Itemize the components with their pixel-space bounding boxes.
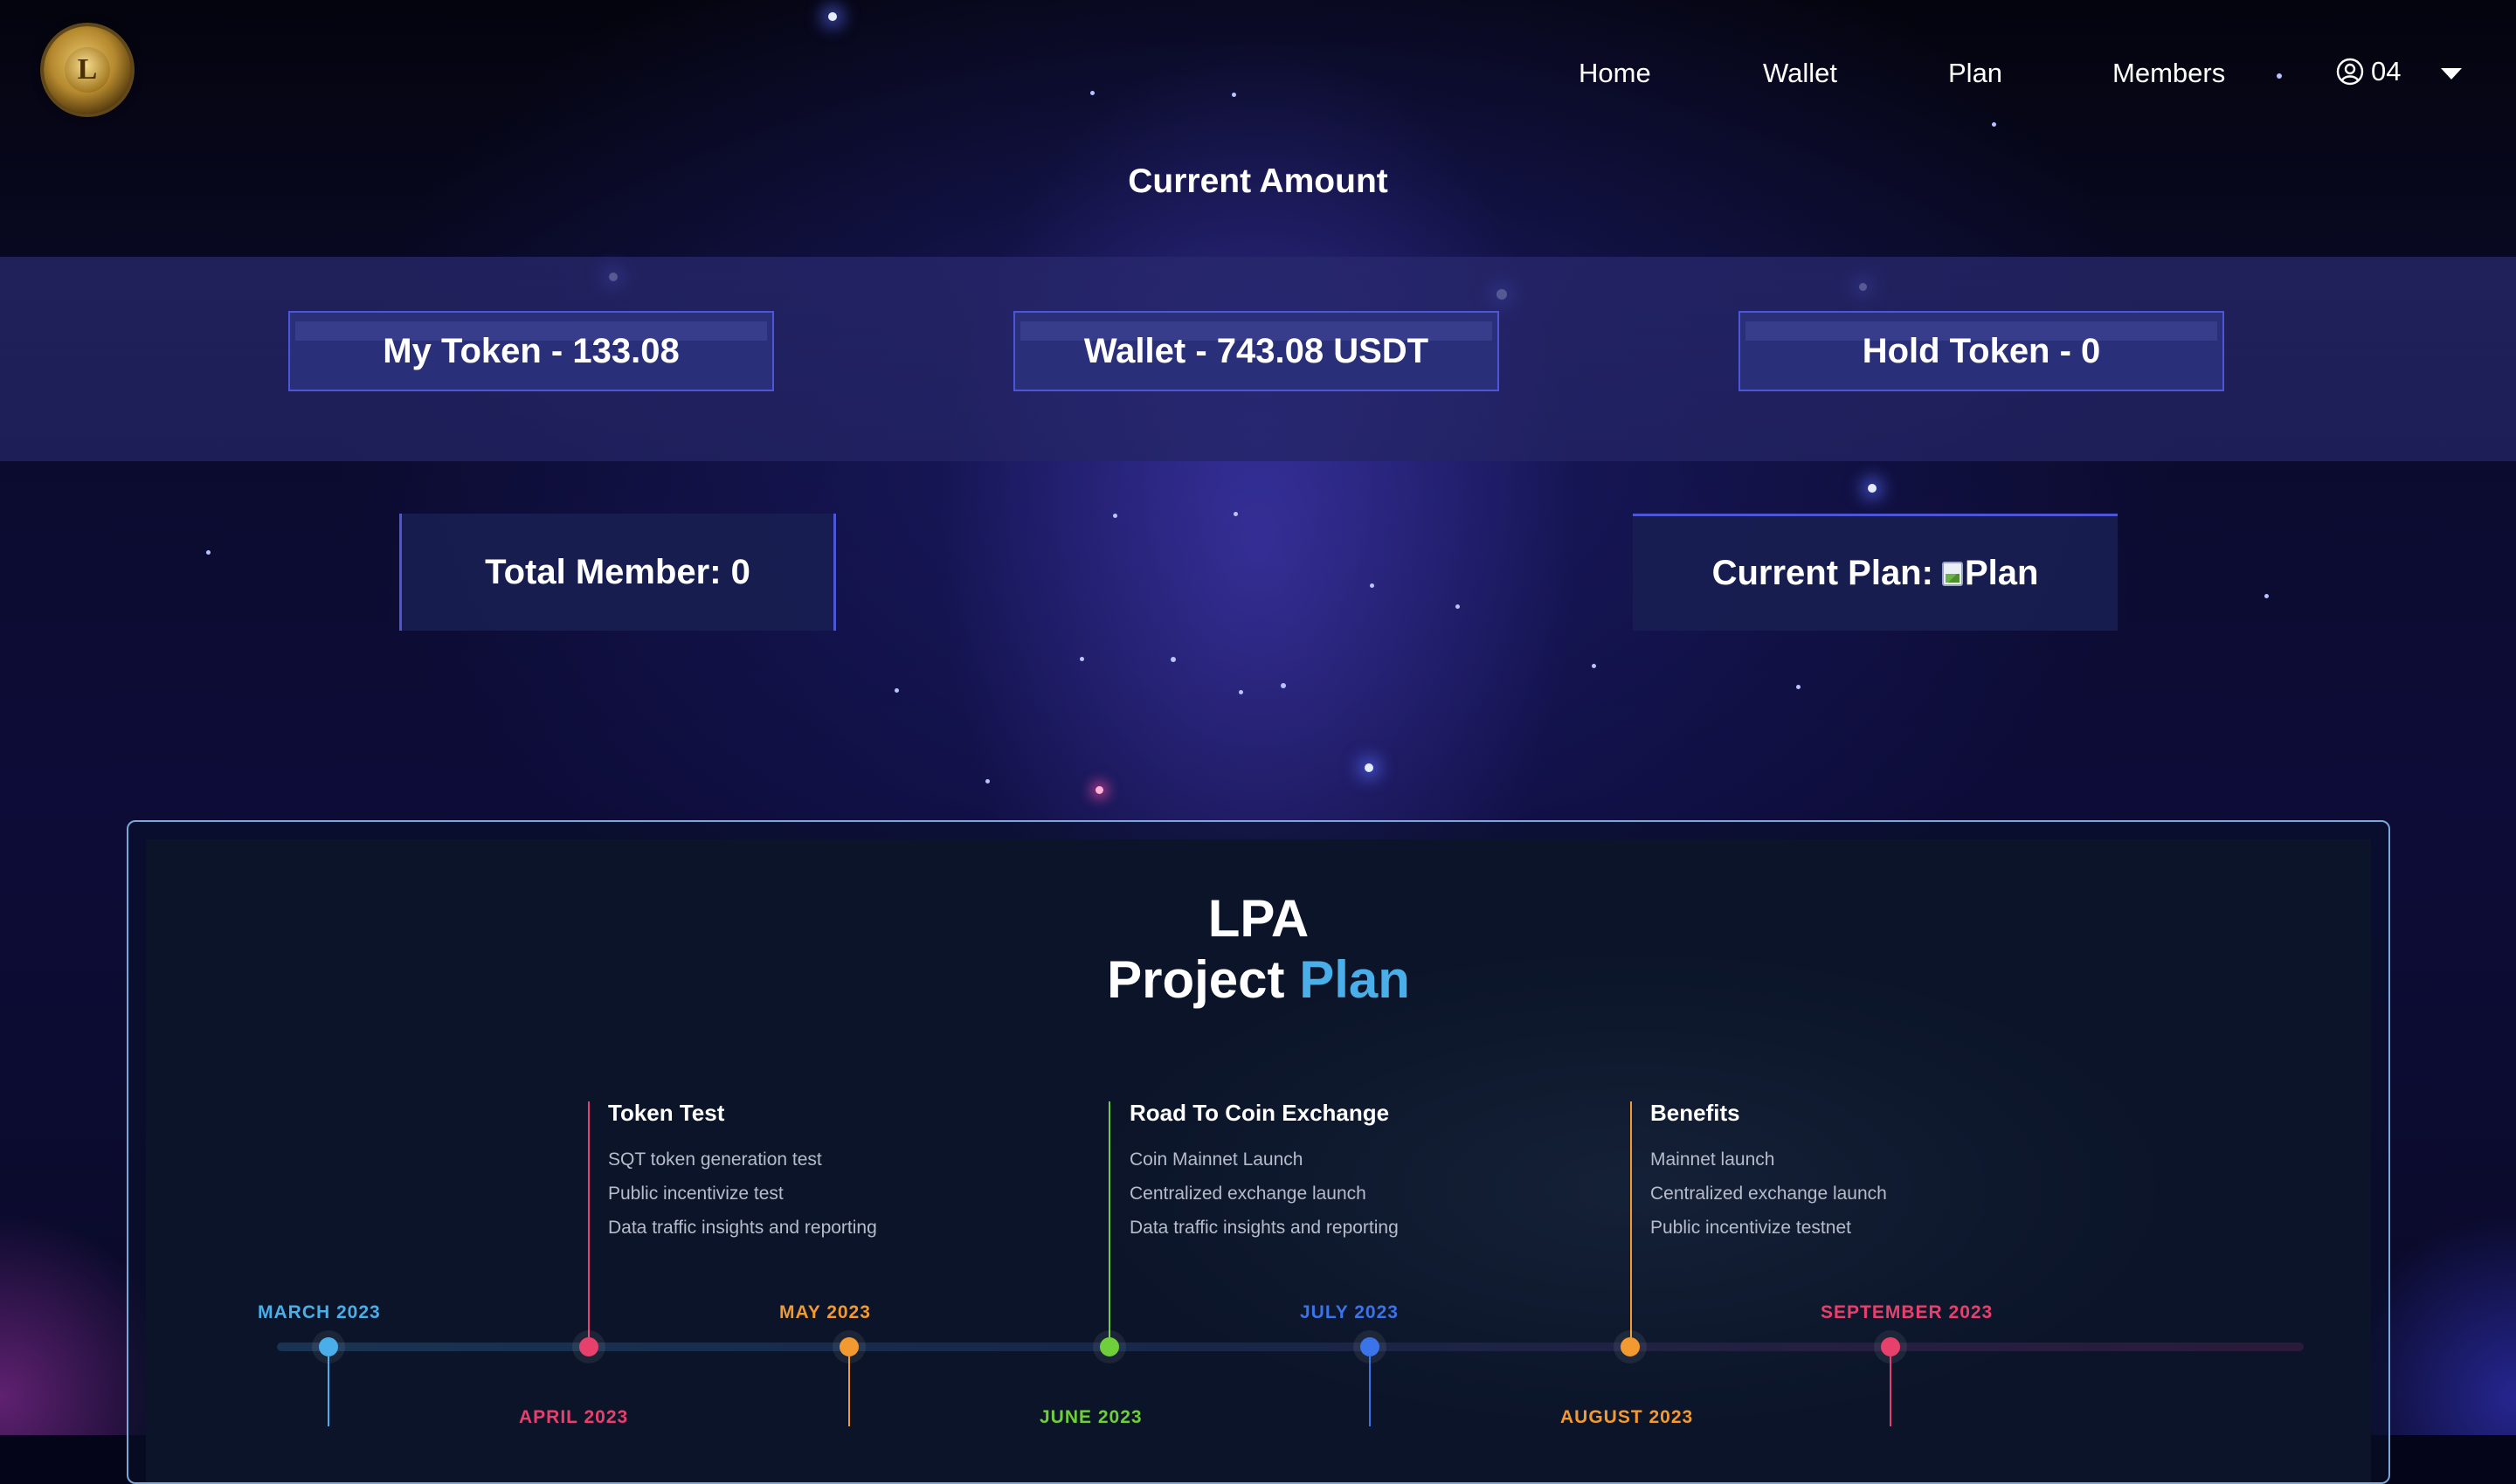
star-decoration bbox=[985, 779, 990, 783]
star-decoration bbox=[1232, 93, 1236, 97]
phase-item: Coin Mainnet Launch bbox=[1130, 1149, 1303, 1170]
month-label: MAY 2023 bbox=[779, 1302, 871, 1322]
month-label: JUNE 2023 bbox=[1040, 1407, 1143, 1427]
page-title: Current Amount bbox=[1128, 162, 1388, 200]
my-token-box: My Token - 133.08 bbox=[288, 311, 774, 391]
nav-members[interactable]: Members bbox=[2112, 56, 2225, 91]
star-decoration bbox=[1113, 514, 1117, 518]
month-label: SEPTEMBER 2023 bbox=[1821, 1302, 1994, 1322]
star-decoration bbox=[895, 688, 899, 693]
timeline-connector bbox=[328, 1356, 329, 1426]
timeline-dot bbox=[1100, 1337, 1119, 1356]
month-label: MARCH 2023 bbox=[258, 1302, 381, 1322]
star-decoration bbox=[1455, 604, 1460, 609]
logo-emblem-icon: L bbox=[65, 47, 110, 93]
phase-item: Public incentivize test bbox=[608, 1184, 784, 1204]
phase-item: Public incentivize testnet bbox=[1650, 1218, 1851, 1238]
timeline-dot bbox=[1360, 1337, 1379, 1356]
phase-token-test: Token Test SQT token generation test Pub… bbox=[608, 1100, 877, 1245]
phase-connector bbox=[1109, 1101, 1110, 1346]
star-decoration bbox=[1096, 786, 1103, 794]
project-plan-panel: LPA Project Plan Token Test SQT token ge… bbox=[127, 820, 2390, 1484]
plan-image-alt: Plan bbox=[1964, 554, 2039, 592]
phase-road-to-coin-exchange: Road To Coin Exchange Coin Mainnet Launc… bbox=[1130, 1100, 1399, 1245]
star-decoration bbox=[1992, 122, 1996, 127]
phase-title: Benefits bbox=[1650, 1100, 1740, 1126]
plan-title-line2: Project Plan bbox=[146, 949, 2371, 1011]
star-decoration bbox=[2277, 73, 2282, 79]
star-decoration bbox=[1365, 763, 1373, 772]
nav-plan[interactable]: Plan bbox=[1948, 56, 2002, 91]
timeline-dot bbox=[319, 1337, 338, 1356]
project-plan-content: LPA Project Plan Token Test SQT token ge… bbox=[146, 839, 2371, 1482]
month-label: AUGUST 2023 bbox=[1560, 1407, 1694, 1427]
total-member-card: Total Member: 0 bbox=[399, 514, 836, 631]
brand-logo[interactable]: L bbox=[44, 26, 131, 114]
hold-token-value: Hold Token - 0 bbox=[1862, 331, 2101, 370]
nav-home[interactable]: Home bbox=[1579, 56, 1651, 91]
month-label: APRIL 2023 bbox=[519, 1407, 629, 1427]
star-decoration bbox=[1234, 512, 1238, 516]
month-label: JULY 2023 bbox=[1300, 1302, 1399, 1322]
user-label: 04 bbox=[2371, 56, 2402, 86]
star-decoration bbox=[2264, 594, 2269, 598]
timeline-dot bbox=[1881, 1337, 1900, 1356]
plan-title-line1: LPA bbox=[1207, 889, 1310, 948]
timeline-connector bbox=[1890, 1356, 1891, 1426]
star-decoration bbox=[1796, 685, 1801, 689]
plan-title-word2: Plan bbox=[1299, 950, 1410, 1009]
phase-item: Centralized exchange launch bbox=[1650, 1184, 1887, 1204]
chevron-down-icon[interactable] bbox=[2441, 68, 2462, 79]
star-decoration bbox=[828, 12, 837, 21]
my-token-value: My Token - 133.08 bbox=[383, 331, 680, 370]
current-plan-label: Current Plan: bbox=[1711, 554, 1933, 592]
user-circle-icon bbox=[2336, 58, 2364, 86]
phase-connector bbox=[1630, 1101, 1632, 1346]
plan-title-word1: Project bbox=[1107, 950, 1285, 1009]
phase-connector bbox=[588, 1101, 590, 1346]
timeline-connector bbox=[1369, 1356, 1371, 1426]
user-menu[interactable]: 04 bbox=[2336, 56, 2401, 87]
nav-wallet[interactable]: Wallet bbox=[1763, 56, 1837, 91]
timeline-connector bbox=[848, 1356, 850, 1426]
plan-title: LPA Project Plan bbox=[146, 888, 2371, 1011]
wallet-box: Wallet - 743.08 USDT bbox=[1013, 311, 1499, 391]
phase-benefits: Benefits Mainnet launch Centralized exch… bbox=[1650, 1100, 1887, 1245]
timeline-dot bbox=[1621, 1337, 1640, 1356]
star-decoration bbox=[1239, 690, 1243, 694]
phase-item: Data traffic insights and reporting bbox=[1130, 1218, 1399, 1238]
star-decoration bbox=[1868, 484, 1877, 493]
star-decoration bbox=[1592, 664, 1596, 668]
current-plan-card: Current Plan: Plan bbox=[1633, 514, 2118, 631]
phase-item: Mainnet launch bbox=[1650, 1149, 1775, 1170]
phase-item: Data traffic insights and reporting bbox=[608, 1218, 877, 1238]
timeline-dot bbox=[579, 1337, 598, 1356]
phase-title: Road To Coin Exchange bbox=[1130, 1100, 1390, 1126]
star-decoration bbox=[1080, 657, 1084, 661]
wallet-value: Wallet - 743.08 USDT bbox=[1083, 331, 1429, 370]
phase-title: Token Test bbox=[608, 1100, 725, 1126]
star-decoration bbox=[1171, 657, 1176, 662]
star-decoration bbox=[1090, 91, 1095, 95]
broken-image-icon bbox=[1941, 561, 1963, 586]
star-decoration bbox=[206, 550, 211, 555]
star-decoration bbox=[1370, 583, 1374, 588]
total-member-value: Total Member: 0 bbox=[485, 552, 750, 591]
plan-image: Plan bbox=[1941, 554, 2039, 593]
timeline-dot bbox=[840, 1337, 859, 1356]
phase-item: SQT token generation test bbox=[608, 1149, 822, 1170]
phase-item: Centralized exchange launch bbox=[1130, 1184, 1366, 1204]
star-decoration bbox=[1281, 683, 1286, 688]
hold-token-box: Hold Token - 0 bbox=[1738, 311, 2224, 391]
